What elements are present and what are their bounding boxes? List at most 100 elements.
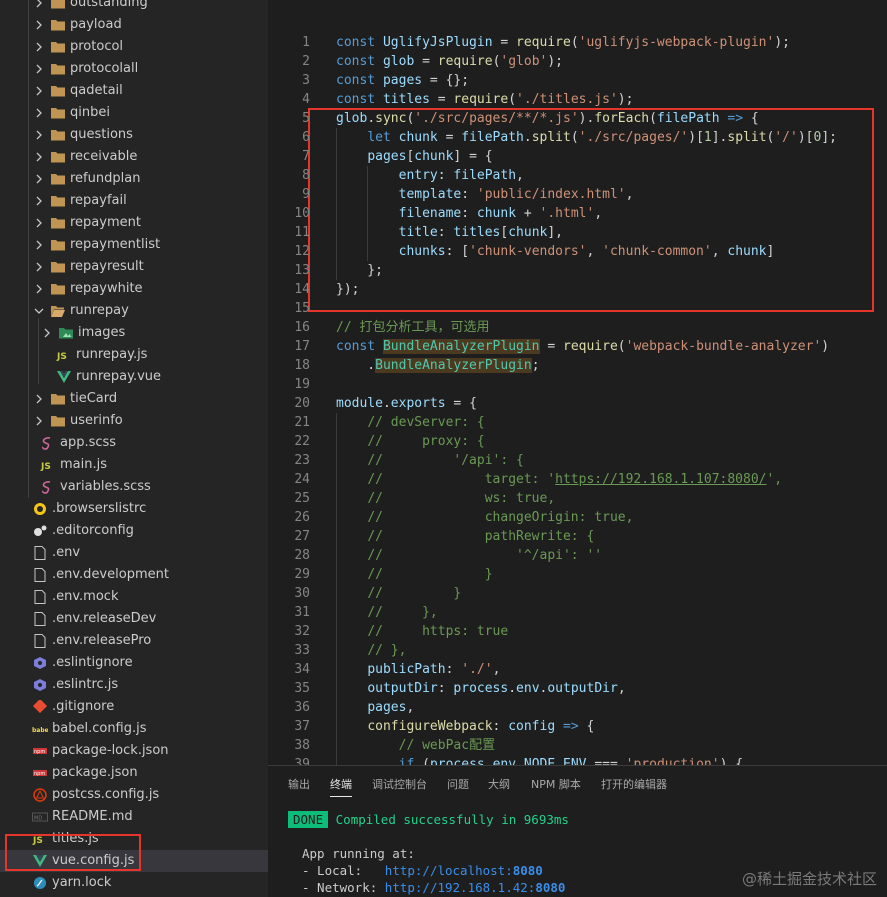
code-text[interactable]: // },: [336, 641, 406, 660]
chevron-right-icon[interactable]: [34, 146, 44, 168]
explorer-item[interactable]: runrepay.vue: [0, 366, 268, 388]
explorer-item[interactable]: tieCard: [0, 388, 268, 410]
code-text[interactable]: // },: [336, 603, 437, 622]
chevron-right-icon[interactable]: [34, 124, 44, 146]
explorer-item[interactable]: JS runrepay.js: [0, 344, 268, 366]
code-text[interactable]: entry: filePath,: [336, 166, 524, 185]
explorer-item[interactable]: .env.mock: [0, 586, 268, 608]
panel-tab[interactable]: 打开的编辑器: [601, 776, 667, 794]
panel-tab[interactable]: 大纲: [488, 776, 510, 794]
code-text[interactable]: glob.sync ('./src/pages/**/*.js').forEach…: [336, 109, 759, 128]
chevron-right-icon[interactable]: [34, 14, 44, 36]
code-text[interactable]: // proxy: {: [336, 432, 484, 451]
panel-tab[interactable]: 调试控制台: [372, 776, 427, 794]
chevron-right-icon[interactable]: [34, 80, 44, 102]
code-text[interactable]: const titles = require('./titles.js');: [336, 90, 633, 109]
code-text[interactable]: // pathRewrite: {: [336, 527, 594, 546]
code-text[interactable]: // ws: true,: [336, 489, 555, 508]
chevron-right-icon[interactable]: [34, 410, 44, 432]
explorer-item[interactable]: runrepay: [0, 300, 268, 322]
code-text[interactable]: let chunk = filePath.split('./src/pages/…: [336, 128, 837, 147]
code-text[interactable]: .BundleAnalyzerPlugin;: [336, 356, 540, 375]
code-text[interactable]: const pages = {};: [336, 71, 469, 90]
code-text[interactable]: const UglifyJsPlugin = require('uglifyjs…: [336, 33, 790, 52]
explorer-item[interactable]: receivable: [0, 146, 268, 168]
explorer-item[interactable]: protocol: [0, 36, 268, 58]
code-text[interactable]: const glob = require('glob');: [336, 52, 563, 71]
code-text[interactable]: publicPath: './',: [336, 660, 500, 679]
explorer-item[interactable]: MD README.md: [0, 806, 268, 828]
code-text[interactable]: template: 'public/index.html',: [336, 185, 634, 204]
explorer-item[interactable]: .env.releasePro: [0, 630, 268, 652]
chevron-right-icon[interactable]: [34, 36, 44, 58]
explorer-item[interactable]: .env.development: [0, 564, 268, 586]
explorer-item[interactable]: questions: [0, 124, 268, 146]
local-url-link[interactable]: http://localhost:8080: [385, 863, 543, 878]
code-text[interactable]: // https: true: [336, 622, 508, 641]
chevron-right-icon[interactable]: [34, 0, 44, 14]
code-text[interactable]: // '^/api': '': [336, 546, 602, 565]
chevron-right-icon[interactable]: [34, 388, 44, 410]
explorer-item[interactable]: qadetail: [0, 80, 268, 102]
panel-tab[interactable]: 问题: [447, 776, 469, 794]
panel-tab[interactable]: 终端: [330, 776, 352, 797]
code-text[interactable]: // }: [336, 565, 492, 584]
explorer-item[interactable]: app.scss: [0, 432, 268, 454]
code-text[interactable]: const BundleAnalyzerPlugin = require('we…: [336, 337, 829, 356]
chevron-right-icon[interactable]: [34, 278, 44, 300]
code-text[interactable]: configureWebpack: config => {: [336, 717, 594, 736]
code-text[interactable]: if (process.env.NODE_ENV === 'production…: [336, 755, 743, 765]
explorer-item[interactable]: .eslintignore: [0, 652, 268, 674]
explorer-item[interactable]: repaywhite: [0, 278, 268, 300]
explorer-item[interactable]: outstanding: [0, 0, 268, 14]
chevron-right-icon[interactable]: [34, 256, 44, 278]
network-url-link[interactable]: http://192.168.1.42:8080: [385, 880, 566, 895]
chevron-right-icon[interactable]: [34, 168, 44, 190]
explorer-item[interactable]: variables.scss: [0, 476, 268, 498]
code-text[interactable]: // }: [336, 584, 461, 603]
explorer-item[interactable]: userinfo: [0, 410, 268, 432]
explorer-item[interactable]: .env: [0, 542, 268, 564]
explorer-item[interactable]: .browserslistrc: [0, 498, 268, 520]
code-text[interactable]: });: [336, 280, 359, 299]
code-text[interactable]: filename: chunk + '.html',: [336, 204, 603, 223]
chevron-right-icon[interactable]: [34, 102, 44, 124]
explorer-item[interactable]: images: [0, 322, 268, 344]
explorer-item[interactable]: repaymentlist: [0, 234, 268, 256]
explorer-item[interactable]: repayment: [0, 212, 268, 234]
explorer-item[interactable]: yarn.lock: [0, 872, 268, 894]
explorer-item[interactable]: JS main.js: [0, 454, 268, 476]
explorer-item[interactable]: qinbei: [0, 102, 268, 124]
code-text[interactable]: // changeOrigin: true,: [336, 508, 633, 527]
chevron-right-icon[interactable]: [34, 58, 44, 80]
panel-tab[interactable]: 输出: [288, 776, 310, 794]
explorer-item[interactable]: protocolall: [0, 58, 268, 80]
explorer-item[interactable]: repayfail: [0, 190, 268, 212]
code-text[interactable]: pages,: [336, 698, 414, 717]
explorer-item[interactable]: payload: [0, 14, 268, 36]
code-text[interactable]: // '/api': {: [336, 451, 524, 470]
chevron-right-icon[interactable]: [34, 212, 44, 234]
code-text[interactable]: // devServer: {: [336, 413, 484, 432]
explorer-item[interactable]: npm package-lock.json: [0, 740, 268, 762]
explorer-item[interactable]: repayresult: [0, 256, 268, 278]
code-text[interactable]: // target: 'https://192.168.1.107:8080/'…: [336, 470, 782, 489]
explorer-item[interactable]: .eslintrc.js: [0, 674, 268, 696]
explorer-item[interactable]: .gitignore: [0, 696, 268, 718]
code-text[interactable]: };: [336, 261, 383, 280]
explorer-item[interactable]: .env.releaseDev: [0, 608, 268, 630]
code-text[interactable]: chunks: ['chunk-vendors', 'chunk-common'…: [336, 242, 775, 261]
code-text[interactable]: // webPac配置: [336, 736, 495, 755]
chevron-down-icon[interactable]: [34, 300, 44, 322]
explorer-item[interactable]: npm package.json: [0, 762, 268, 784]
code-text[interactable]: pages[chunk] = {: [336, 147, 492, 166]
explorer-item[interactable]: refundplan: [0, 168, 268, 190]
code-text[interactable]: // 打包分析工具，可选用: [336, 318, 489, 337]
code-text[interactable]: module.exports = {: [336, 394, 477, 413]
chevron-right-icon[interactable]: [34, 234, 44, 256]
explorer-item[interactable]: postcss.config.js: [0, 784, 268, 806]
explorer-item[interactable]: .editorconfig: [0, 520, 268, 542]
explorer-item[interactable]: babel babel.config.js: [0, 718, 268, 740]
chevron-right-icon[interactable]: [34, 190, 44, 212]
code-editor[interactable]: 1 const UglifyJsPlugin = require('uglifyj…: [268, 0, 887, 765]
